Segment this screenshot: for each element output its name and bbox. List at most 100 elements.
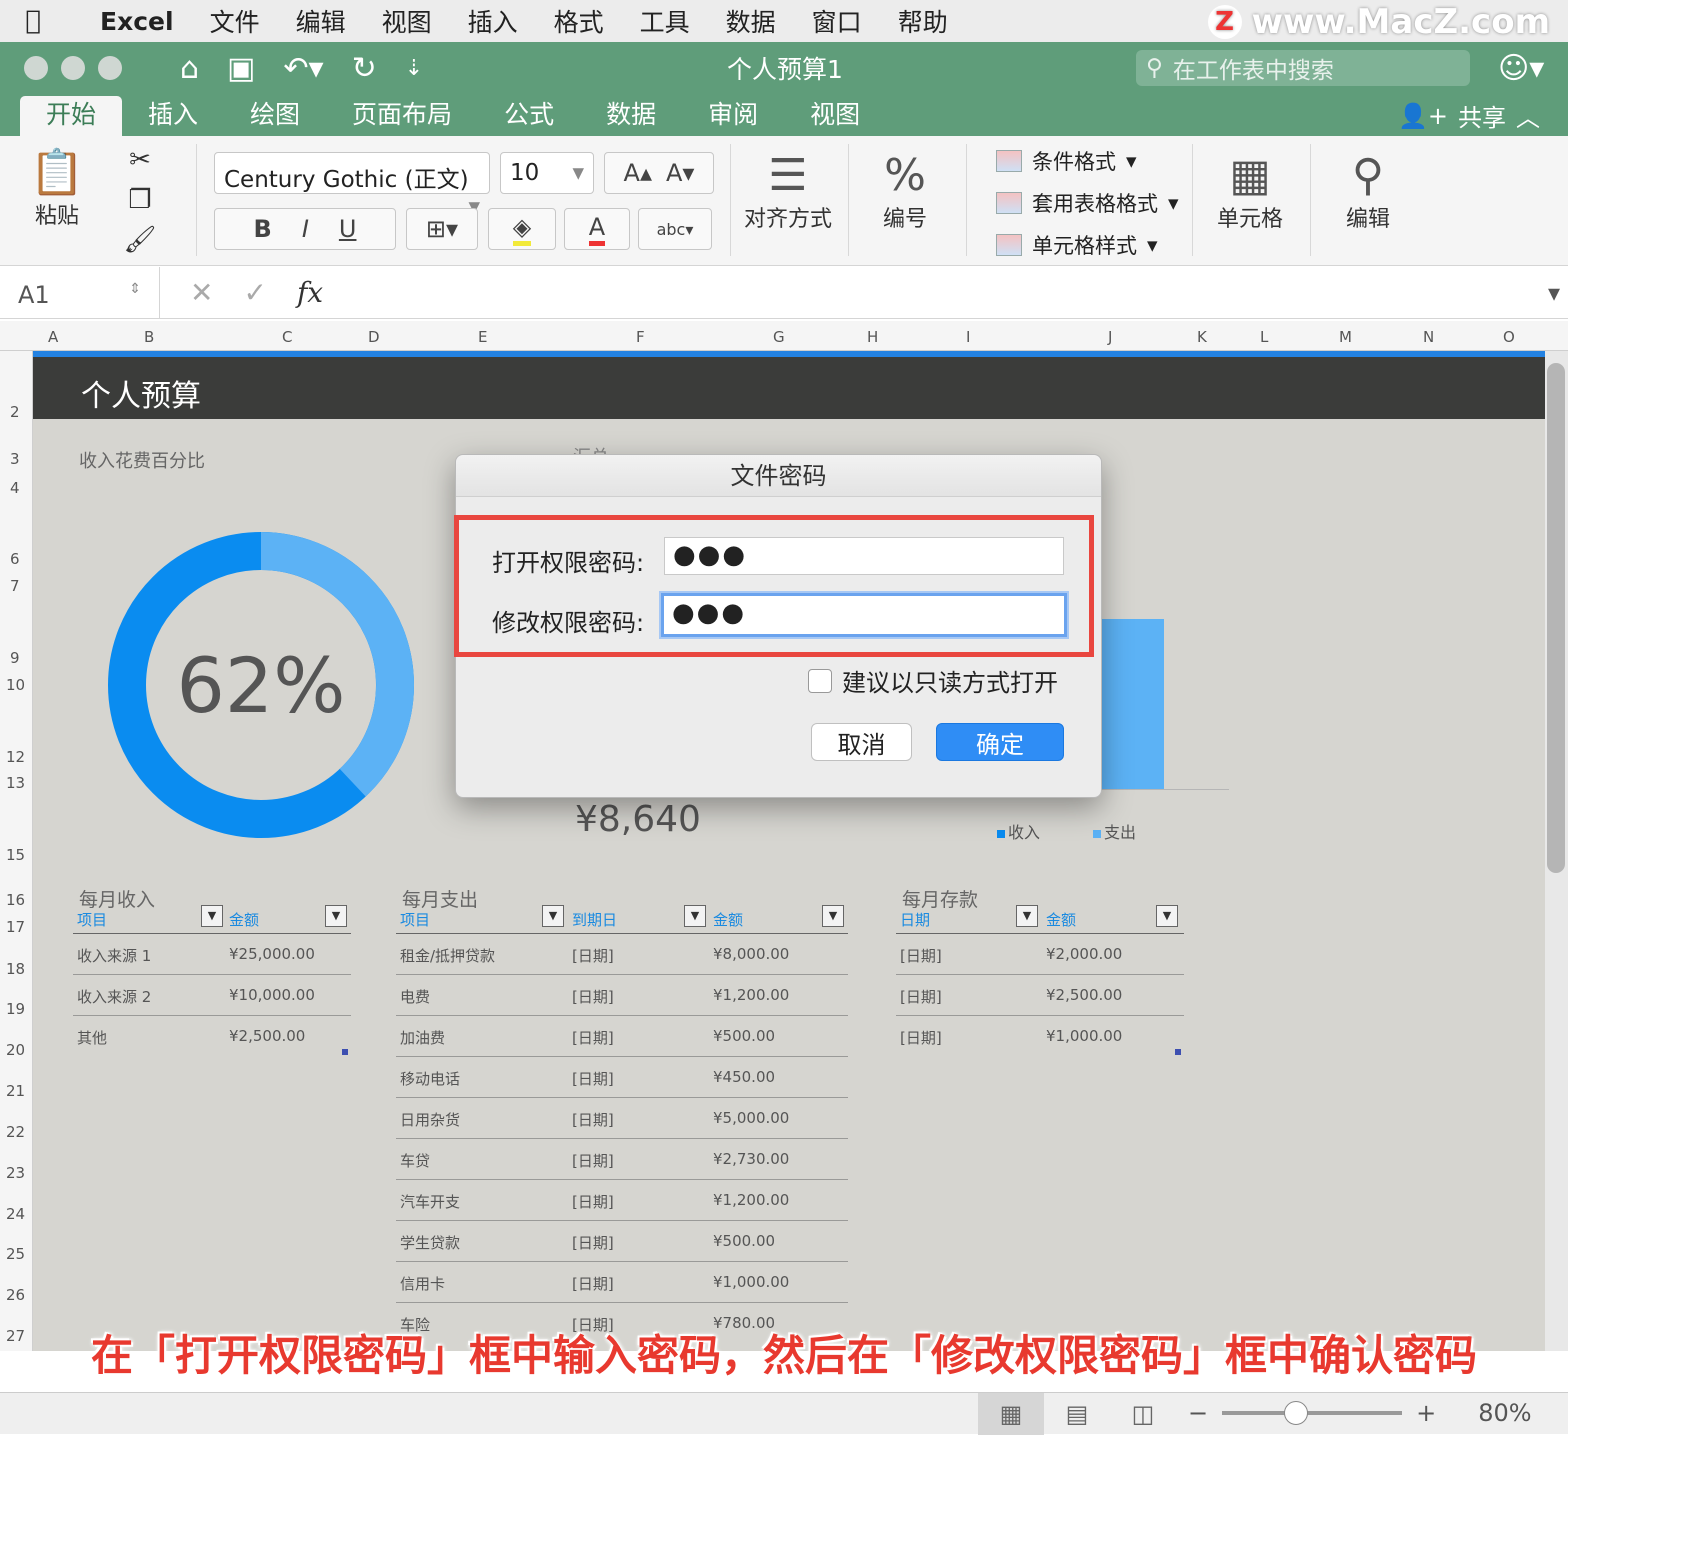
collapse-ribbon-icon[interactable]: ︿: [1516, 98, 1540, 133]
paste-button[interactable]: 📋 粘贴: [22, 146, 92, 230]
open-password-field[interactable]: ●●●: [664, 537, 1064, 575]
column-header[interactable]: J: [1108, 328, 1112, 346]
column-header[interactable]: L: [1260, 328, 1268, 346]
expense-due-date[interactable]: [日期]: [572, 1191, 614, 1212]
expense-item[interactable]: 汽车开支: [400, 1191, 460, 1212]
cells-button[interactable]: ▦ 单元格: [1206, 150, 1294, 233]
format-painter-icon[interactable]: 🖌: [120, 220, 160, 260]
menu-tools[interactable]: 工具: [622, 3, 708, 39]
page-layout-view-icon[interactable]: ▤: [1044, 1393, 1110, 1435]
row-header[interactable]: 9: [10, 649, 20, 667]
cell-styles-button[interactable]: 单元格样式 ▾: [996, 230, 1158, 260]
expense-due-date[interactable]: [日期]: [572, 1232, 614, 1253]
save-icon[interactable]: ▣: [227, 51, 255, 86]
alignment-button[interactable]: ☰ 对齐方式: [740, 150, 836, 233]
tab-review[interactable]: 审阅: [682, 96, 784, 136]
column-header[interactable]: F: [636, 328, 645, 346]
expense-due-date[interactable]: [日期]: [572, 1150, 614, 1171]
zoom-window-button[interactable]: [98, 56, 122, 80]
row-header[interactable]: 25: [6, 1245, 25, 1263]
close-window-button[interactable]: [24, 56, 48, 80]
expense-amount[interactable]: ¥1,200.00: [713, 986, 789, 1004]
column-header[interactable]: O: [1503, 328, 1515, 346]
filter-dropdown-icon[interactable]: ▼: [684, 905, 706, 927]
undo-icon[interactable]: ↶▾: [283, 51, 323, 86]
expense-due-date[interactable]: [日期]: [572, 1027, 614, 1048]
expense-amount[interactable]: ¥500.00: [713, 1232, 775, 1250]
checkbox-box[interactable]: [808, 668, 832, 693]
filter-dropdown-icon[interactable]: ▼: [822, 905, 844, 927]
decrease-font-icon[interactable]: A▾: [666, 159, 694, 187]
income-amount[interactable]: ¥2,500.00: [229, 1027, 305, 1045]
expense-item[interactable]: 车贷: [400, 1150, 430, 1171]
filter-dropdown-icon[interactable]: ▼: [542, 905, 564, 927]
savings-date[interactable]: [日期]: [900, 945, 942, 966]
editing-button[interactable]: ⚲ 编辑: [1326, 150, 1410, 233]
menu-window[interactable]: 窗口: [794, 3, 880, 39]
vertical-scrollbar[interactable]: [1545, 351, 1568, 1351]
menu-file[interactable]: 文件: [192, 3, 278, 39]
zoom-slider[interactable]: [1222, 1401, 1403, 1425]
column-header[interactable]: B: [144, 328, 154, 346]
row-header[interactable]: 26: [6, 1286, 25, 1304]
column-header[interactable]: G: [773, 328, 785, 346]
savings-amount[interactable]: ¥2,500.00: [1046, 986, 1122, 1004]
font-name-select[interactable]: Century Gothic (正文) ▾: [214, 152, 490, 220]
row-header[interactable]: 15: [6, 846, 25, 864]
ok-button[interactable]: 确定: [936, 723, 1064, 761]
column-header[interactable]: E: [478, 328, 487, 346]
row-header[interactable]: 22: [6, 1123, 25, 1141]
cancel-formula-icon[interactable]: ✕: [190, 276, 213, 309]
income-item[interactable]: 其他: [77, 1027, 107, 1048]
column-header[interactable]: A: [48, 328, 58, 346]
expense-item[interactable]: 移动电话: [400, 1068, 460, 1089]
tab-data[interactable]: 数据: [580, 96, 682, 136]
income-item[interactable]: 收入来源 1: [77, 945, 151, 966]
fill-color-button[interactable]: ◈: [488, 208, 556, 250]
row-header[interactable]: 20: [6, 1041, 25, 1059]
row-header[interactable]: 17: [6, 918, 25, 936]
number-format-button[interactable]: % 编号: [862, 150, 948, 233]
savings-amount[interactable]: ¥1,000.00: [1046, 1027, 1122, 1045]
expense-item[interactable]: 租金/抵押贷款: [400, 945, 495, 966]
home-icon[interactable]: ⌂: [180, 51, 199, 86]
tab-page-layout[interactable]: 页面布局: [326, 96, 478, 136]
column-header[interactable]: H: [867, 328, 878, 346]
expense-item[interactable]: 日用杂货: [400, 1109, 460, 1130]
expense-due-date[interactable]: [日期]: [572, 1273, 614, 1294]
cancel-button[interactable]: 取消: [811, 723, 912, 761]
sheet-search-input[interactable]: ⚲ 在工作表中搜索: [1136, 50, 1470, 86]
expense-item[interactable]: 信用卡: [400, 1273, 445, 1294]
expense-due-date[interactable]: [日期]: [572, 945, 614, 966]
conditional-format-button[interactable]: 条件格式 ▾: [996, 146, 1137, 176]
expand-formula-icon[interactable]: ▾: [1548, 279, 1560, 307]
expense-due-date[interactable]: [日期]: [572, 1109, 614, 1130]
expense-amount[interactable]: ¥500.00: [713, 1027, 775, 1045]
borders-button[interactable]: ⊞▾: [406, 208, 478, 250]
row-header[interactable]: 10: [6, 676, 25, 694]
feedback-smiley-icon[interactable]: ☺▾: [1498, 51, 1544, 86]
column-header[interactable]: I: [966, 328, 970, 346]
tab-view[interactable]: 视图: [784, 96, 886, 136]
income-item[interactable]: 收入来源 2: [77, 986, 151, 1007]
income-amount[interactable]: ¥25,000.00: [229, 945, 315, 963]
expense-due-date[interactable]: [日期]: [572, 986, 614, 1007]
row-header[interactable]: 24: [6, 1205, 25, 1223]
row-header[interactable]: 6: [10, 550, 20, 568]
expense-amount[interactable]: ¥2,730.00: [713, 1150, 789, 1168]
table-resize-handle[interactable]: [1175, 1049, 1181, 1055]
expense-amount[interactable]: ¥450.00: [713, 1068, 775, 1086]
filter-dropdown-icon[interactable]: ▼: [325, 905, 347, 927]
row-header[interactable]: 19: [6, 1000, 25, 1018]
menu-edit[interactable]: 编辑: [278, 3, 364, 39]
filter-dropdown-icon[interactable]: ▼: [1156, 905, 1178, 927]
menu-data[interactable]: 数据: [708, 3, 794, 39]
expense-amount[interactable]: ¥1,000.00: [713, 1273, 789, 1291]
share-button[interactable]: 👤+ 共享 ︿: [1398, 98, 1540, 133]
redo-icon[interactable]: ↻: [352, 51, 377, 86]
row-header[interactable]: 16: [6, 891, 25, 909]
row-header[interactable]: 21: [6, 1082, 25, 1100]
row-header[interactable]: 3: [10, 450, 20, 468]
phonetic-button[interactable]: abc▾: [638, 208, 712, 250]
zoom-in-icon[interactable]: +: [1416, 1399, 1436, 1427]
